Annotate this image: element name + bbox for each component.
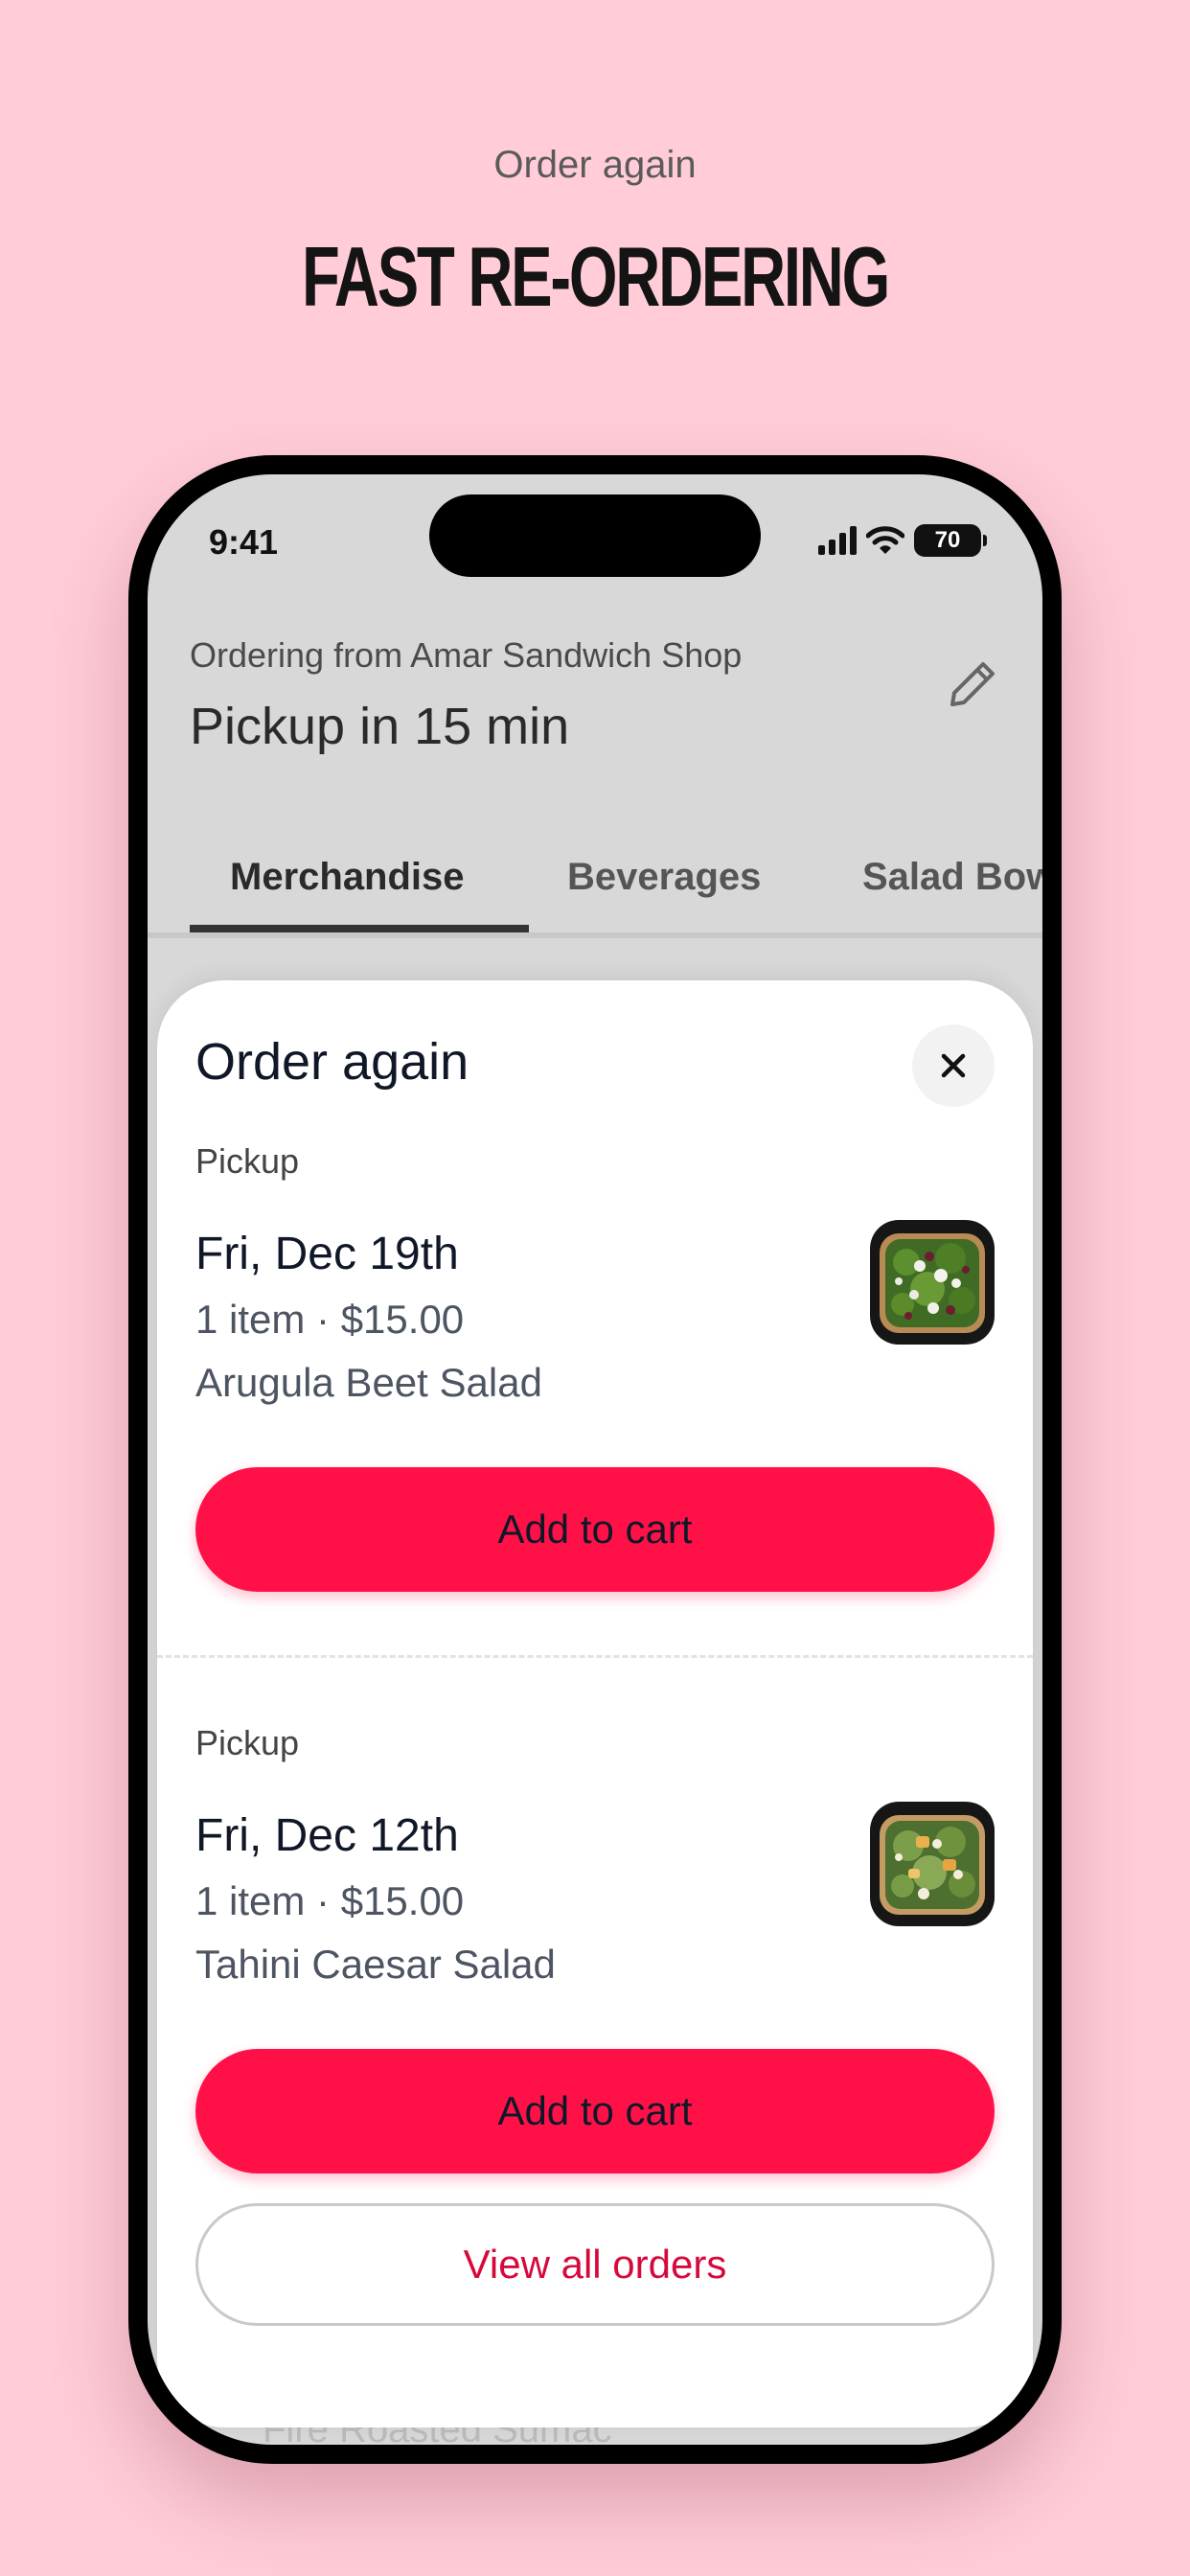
- order-divider: [157, 1655, 1033, 1658]
- order-date: Fri, Dec 12th: [195, 1810, 459, 1861]
- order-item-name: Tahini Caesar Salad: [195, 1942, 556, 1987]
- tab-beverages[interactable]: Beverages: [567, 856, 761, 899]
- promo-title: FAST RE-ORDERING: [301, 229, 890, 324]
- add-to-cart-button[interactable]: Add to cart: [195, 2049, 995, 2174]
- tahini-caesar-salad-image: [870, 1802, 995, 1926]
- wifi-icon: [866, 526, 904, 554]
- active-tab-indicator: [190, 925, 529, 932]
- dynamic-island: [429, 494, 761, 577]
- battery-icon: 70: [914, 524, 987, 557]
- arugula-beet-salad-image: [870, 1220, 995, 1345]
- pencil-icon: [950, 662, 995, 706]
- edit-order-button[interactable]: [941, 653, 1004, 716]
- order-date: Fri, Dec 19th: [195, 1229, 459, 1279]
- signal-icon: [818, 526, 857, 555]
- phone-screen: 9:41 70 Ordering from Amar Sandwich Shop…: [148, 474, 1042, 2445]
- order-item-name: Arugula Beet Salad: [195, 1360, 542, 1405]
- promo-subtitle: Order again: [493, 144, 697, 186]
- ordering-from-label: Ordering from Amar Sandwich Shop: [190, 635, 743, 675]
- category-tabs: Merchandise Beverages Salad Bowls: [148, 819, 1042, 932]
- order-meta: 1 item · $15.00: [195, 1297, 465, 1342]
- tab-salad-bowls[interactable]: Salad Bowls: [862, 856, 1042, 899]
- close-button[interactable]: [912, 1024, 995, 1107]
- status-time: 9:41: [209, 522, 279, 562]
- pickup-time: Pickup in 15 min: [190, 698, 570, 755]
- sheet-title: Order again: [195, 1033, 469, 1091]
- tabs-divider: [148, 932, 1042, 938]
- add-to-cart-button[interactable]: Add to cart: [195, 1467, 995, 1592]
- order-again-sheet: Order again Pickup Fri, Dec 19th 1 item …: [157, 980, 1033, 2427]
- order-mode: Pickup: [195, 1723, 300, 1762]
- view-all-orders-button[interactable]: View all orders: [195, 2203, 995, 2326]
- phone-frame: 9:41 70 Ordering from Amar Sandwich Shop…: [128, 455, 1062, 2464]
- order-mode: Pickup: [195, 1141, 300, 1181]
- order-meta: 1 item · $15.00: [195, 1878, 465, 1923]
- close-icon: [941, 1053, 966, 1078]
- status-icons: 70: [818, 524, 987, 557]
- tab-merchandise[interactable]: Merchandise: [230, 856, 465, 899]
